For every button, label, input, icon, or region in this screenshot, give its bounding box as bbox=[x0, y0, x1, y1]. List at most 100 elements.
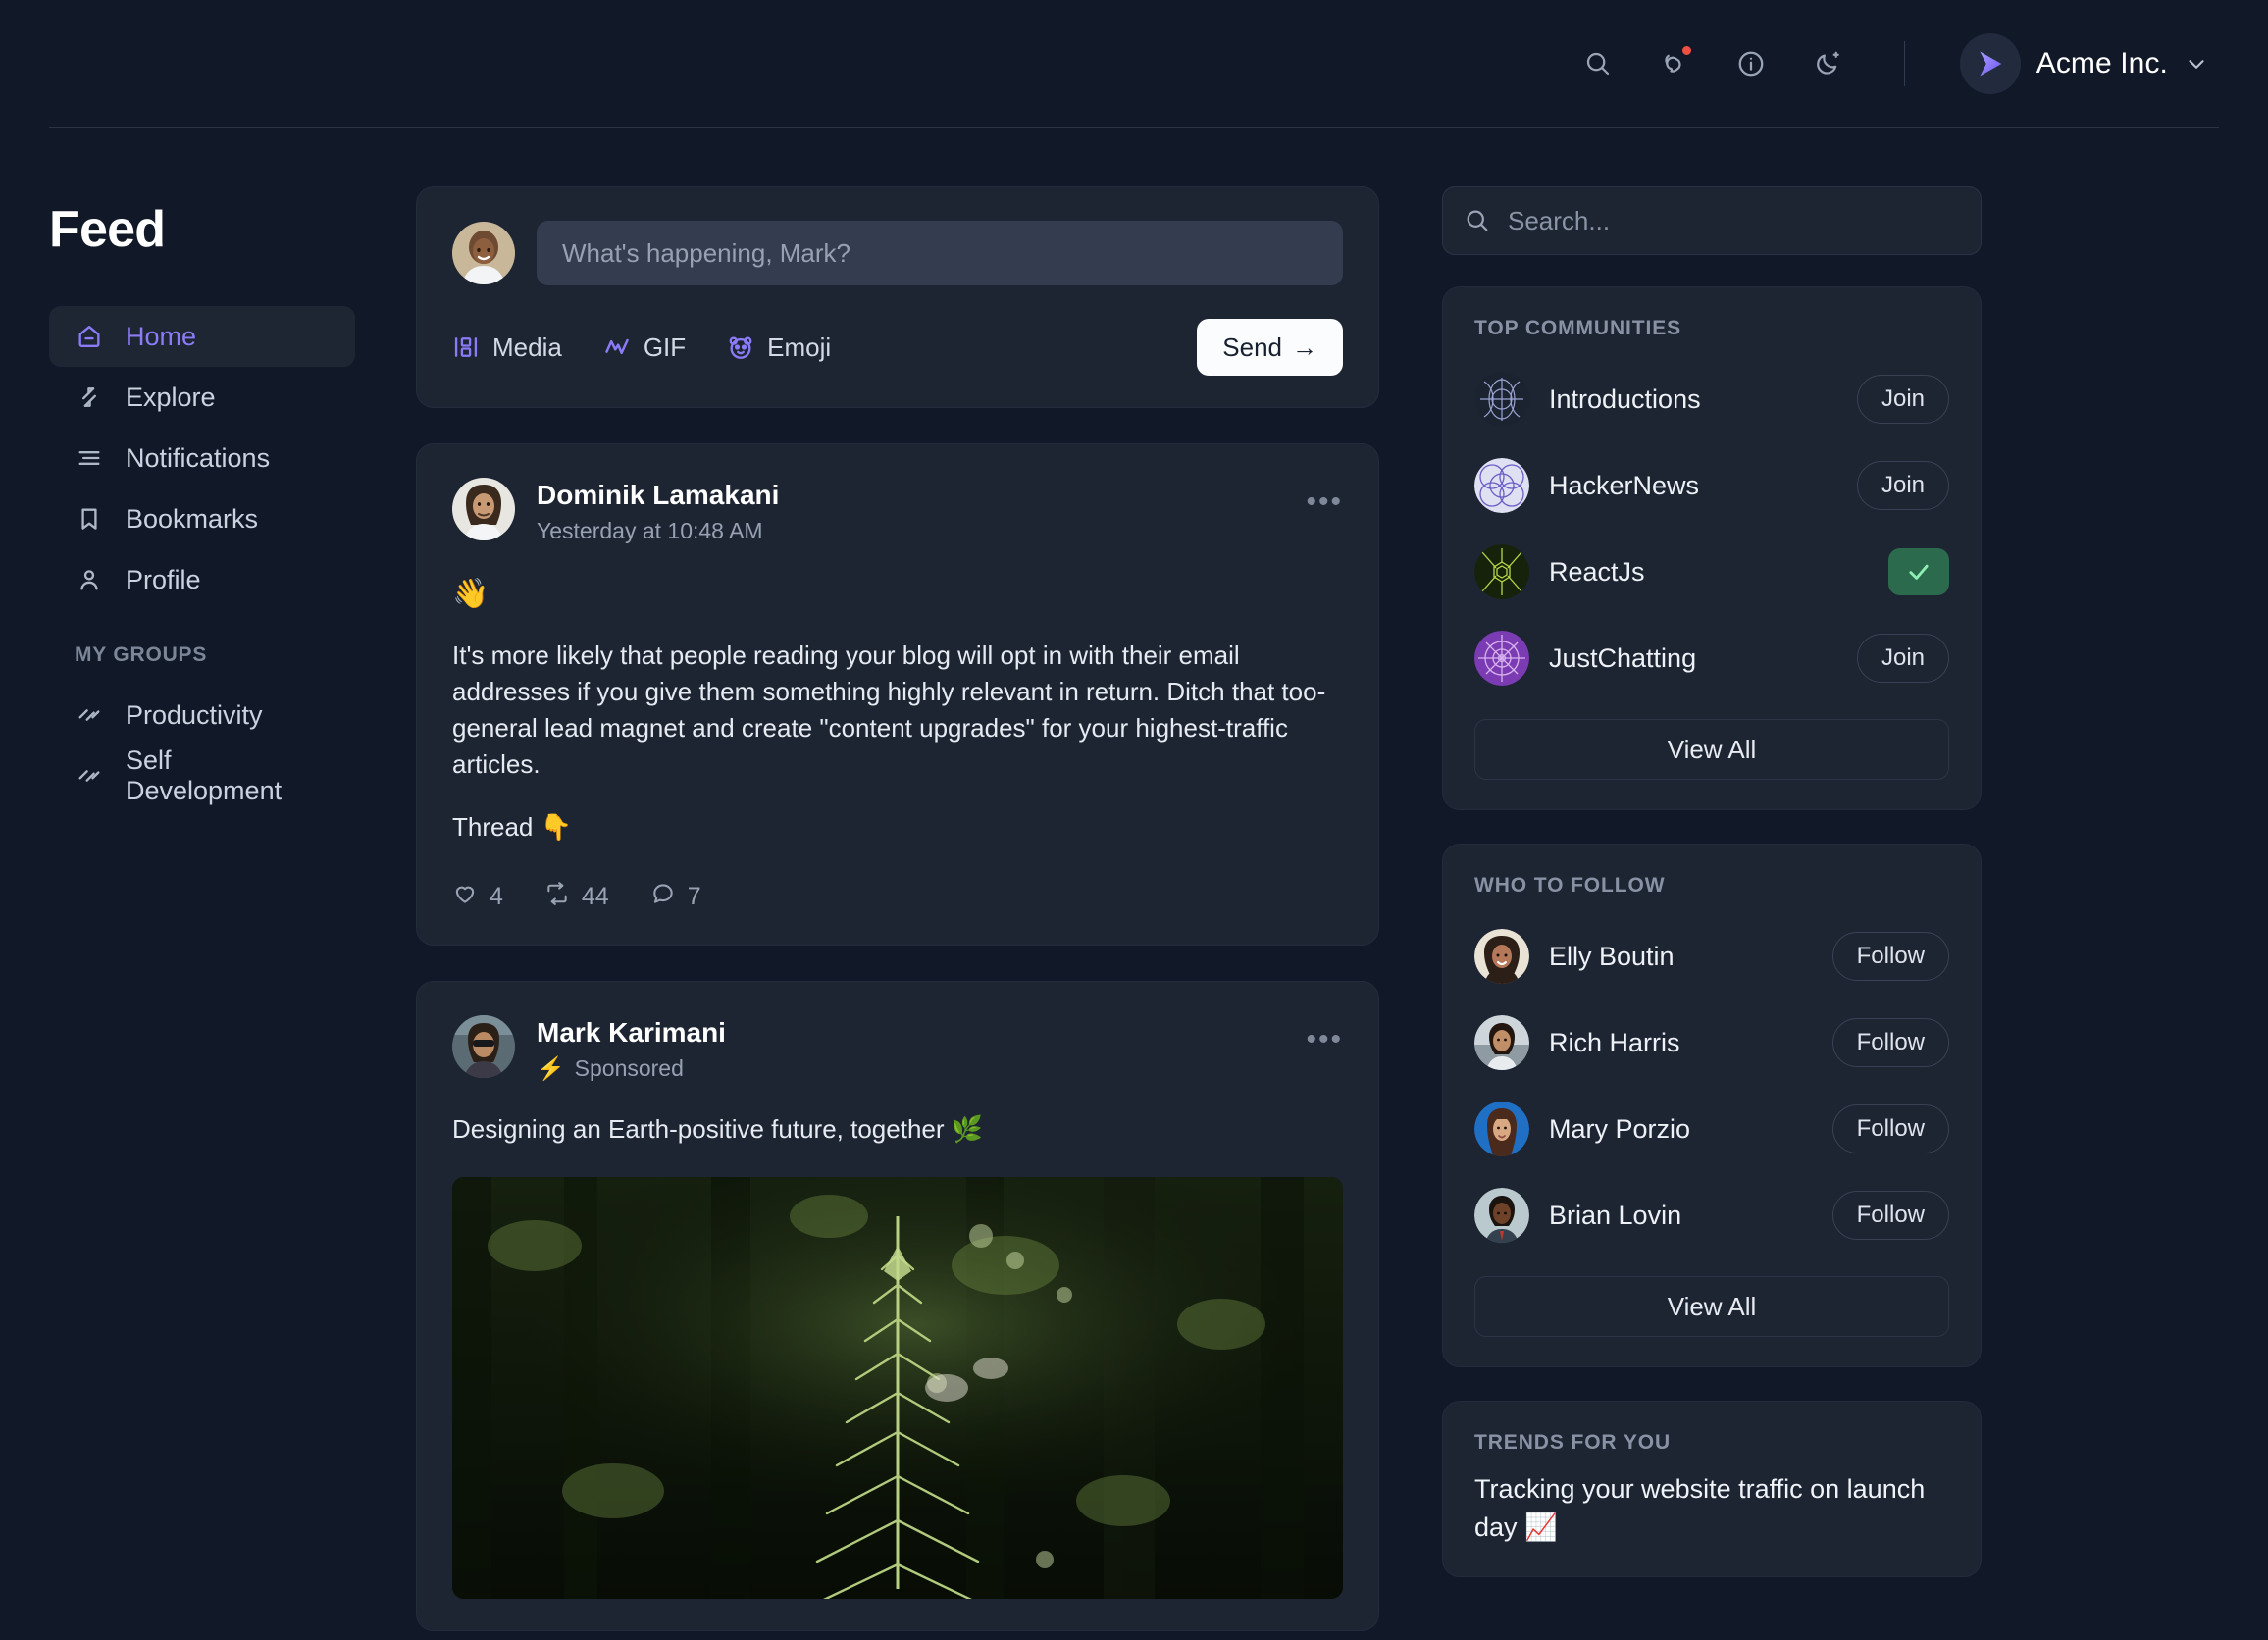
join-button[interactable]: Join bbox=[1856, 375, 1949, 424]
post-timestamp: Yesterday at 10:48 AM bbox=[537, 518, 763, 543]
avatar[interactable] bbox=[452, 1014, 515, 1078]
sidebar-group-productivity[interactable]: Productivity bbox=[49, 685, 355, 745]
follow-row: Elly Boutin Follow bbox=[1474, 913, 1949, 999]
comment-icon bbox=[650, 881, 676, 913]
post-menu-icon[interactable]: ••• bbox=[1306, 1015, 1343, 1054]
bookmark-icon bbox=[75, 504, 104, 534]
media-button[interactable]: Media bbox=[452, 333, 562, 363]
community-row: HackerNews Join bbox=[1474, 442, 1949, 529]
dark-mode-icon[interactable] bbox=[1806, 42, 1849, 85]
follow-button[interactable]: Follow bbox=[1831, 1104, 1949, 1153]
follow-view-all-button[interactable]: View All bbox=[1474, 1276, 1949, 1337]
follow-row: Brian Lovin Follow bbox=[1474, 1172, 1949, 1258]
gif-label: GIF bbox=[643, 332, 687, 362]
media-icon bbox=[452, 333, 480, 361]
trend-item[interactable]: Tracking your website traffic on launch … bbox=[1474, 1470, 1949, 1547]
sidebar-item-notifications[interactable]: Notifications bbox=[49, 428, 355, 488]
sidebar-group-self-development[interactable]: Self Development bbox=[49, 745, 355, 806]
person-name[interactable]: Elly Boutin bbox=[1549, 942, 1813, 972]
trends-title: TRENDS FOR YOU bbox=[1474, 1431, 1672, 1454]
post-author[interactable]: Dominik Lamakani bbox=[537, 480, 1284, 511]
explore-icon bbox=[75, 383, 104, 412]
sidebar-item-label: Home bbox=[126, 321, 197, 351]
avatar bbox=[1474, 1188, 1529, 1243]
person-name[interactable]: Brian Lovin bbox=[1549, 1201, 1813, 1231]
like-count: 4 bbox=[490, 882, 503, 910]
workspace-switcher[interactable]: Acme Inc. bbox=[1959, 33, 2209, 94]
join-button[interactable]: Join bbox=[1856, 634, 1949, 683]
community-row: ReactJs bbox=[1474, 529, 1949, 615]
sidebar-item-label: Profile bbox=[126, 564, 201, 594]
person-name[interactable]: Mary Porzio bbox=[1549, 1114, 1813, 1145]
post-composer: Media GIF bbox=[416, 186, 1379, 408]
post-image[interactable] bbox=[452, 1176, 1343, 1599]
primary-nav: Home Explore Notifications Bookmarks Pro… bbox=[49, 306, 355, 806]
post: Dominik Lamakani Yesterday at 10:48 AM •… bbox=[416, 443, 1379, 946]
sidebar-item-label: Notifications bbox=[126, 442, 271, 473]
acme-logo-icon bbox=[1959, 33, 2021, 94]
communities-view-all-button[interactable]: View All bbox=[1474, 719, 1949, 780]
community-avatar-introductions bbox=[1474, 372, 1529, 427]
gif-button[interactable]: GIF bbox=[603, 333, 686, 363]
post-paragraph: It's more likely that people reading you… bbox=[452, 640, 1326, 780]
comment-button[interactable]: 7 bbox=[650, 881, 701, 913]
group-icon bbox=[75, 761, 104, 791]
repost-button[interactable]: 44 bbox=[544, 881, 609, 913]
joined-button[interactable] bbox=[1888, 548, 1949, 595]
post-author[interactable]: Mark Karimani bbox=[537, 1017, 1284, 1049]
avatar[interactable] bbox=[452, 478, 515, 540]
post-stats: 4 44 7 bbox=[452, 881, 1343, 913]
person-name[interactable]: Rich Harris bbox=[1549, 1028, 1813, 1058]
emoji-panda-icon bbox=[727, 333, 754, 361]
top-bar-icon-group: Acme Inc. bbox=[1576, 33, 2209, 94]
follow-button[interactable]: Follow bbox=[1831, 1018, 1949, 1067]
follow-button[interactable]: Follow bbox=[1831, 1191, 1949, 1240]
follow-button[interactable]: Follow bbox=[1831, 932, 1949, 981]
emoji-button[interactable]: Emoji bbox=[727, 333, 831, 363]
top-bar: Acme Inc. bbox=[0, 0, 2268, 128]
page-title: Feed bbox=[49, 201, 166, 258]
sidebar-item-label: Explore bbox=[126, 382, 216, 412]
send-button[interactable]: Send → bbox=[1197, 319, 1343, 376]
send-label: Send bbox=[1222, 332, 1282, 362]
sidebar-item-home[interactable]: Home bbox=[49, 306, 355, 367]
community-row: Introductions Join bbox=[1474, 356, 1949, 442]
search-input[interactable] bbox=[1442, 186, 1982, 255]
trends-card: TRENDS FOR YOU Tracking your website tra… bbox=[1442, 1401, 1982, 1578]
community-name[interactable]: ReactJs bbox=[1549, 557, 1869, 588]
search-icon[interactable] bbox=[1576, 42, 1620, 85]
join-button[interactable]: Join bbox=[1856, 461, 1949, 510]
like-button[interactable]: 4 bbox=[452, 881, 503, 913]
repost-icon bbox=[544, 881, 570, 913]
top-communities-title: TOP COMMUNITIES bbox=[1474, 317, 1682, 339]
repost-count: 44 bbox=[581, 882, 609, 910]
search-box bbox=[1442, 186, 1982, 255]
community-avatar-justchatting bbox=[1474, 631, 1529, 686]
sidebar-item-label: Bookmarks bbox=[126, 503, 259, 534]
left-sidebar: Feed Home Explore Notifications Bookmark… bbox=[49, 186, 383, 1640]
avatar bbox=[1474, 1102, 1529, 1156]
community-name[interactable]: Introductions bbox=[1549, 384, 1837, 415]
notifications-icon[interactable] bbox=[1653, 42, 1696, 85]
post-menu-icon[interactable]: ••• bbox=[1306, 478, 1343, 517]
post: Mark Karimani ⚡ Sponsored ••• Designing … bbox=[416, 980, 1379, 1631]
arrow-right-icon: → bbox=[1292, 332, 1317, 362]
community-name[interactable]: HackerNews bbox=[1549, 471, 1837, 501]
sidebar-groups-heading: MY GROUPS bbox=[75, 643, 208, 666]
composer-input[interactable] bbox=[537, 221, 1343, 285]
notification-badge-dot bbox=[1679, 44, 1693, 57]
chevron-down-icon[interactable] bbox=[2184, 51, 2209, 77]
sidebar-item-label: Self Development bbox=[126, 745, 283, 805]
sidebar-item-profile[interactable]: Profile bbox=[49, 549, 355, 610]
sidebar-item-explore[interactable]: Explore bbox=[49, 367, 355, 428]
sidebar-item-bookmarks[interactable]: Bookmarks bbox=[49, 488, 355, 549]
post-paragraph: Thread 👇 bbox=[452, 811, 572, 842]
info-icon[interactable] bbox=[1729, 42, 1773, 85]
comment-count: 7 bbox=[687, 882, 701, 910]
community-name[interactable]: JustChatting bbox=[1549, 643, 1837, 674]
top-communities-card: TOP COMMUNITIES Introductions Join Hacke… bbox=[1442, 286, 1982, 810]
home-icon bbox=[75, 322, 104, 351]
lightning-icon: ⚡ bbox=[537, 1054, 565, 1081]
post-body: Designing an Earth-positive future, toge… bbox=[452, 1111, 1343, 1148]
who-to-follow-title: WHO TO FOLLOW bbox=[1474, 874, 1666, 897]
